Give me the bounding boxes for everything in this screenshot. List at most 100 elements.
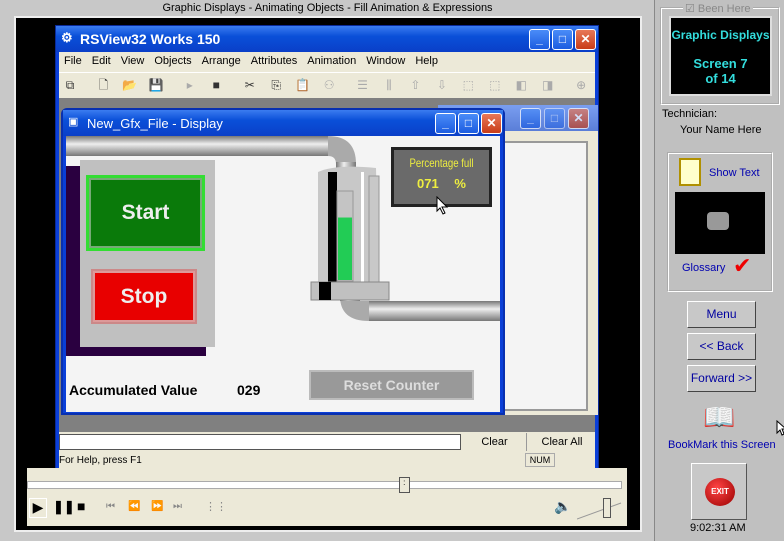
message-field[interactable]: [59, 434, 461, 450]
app-title: RSView32 Works 150: [80, 31, 221, 47]
show-text-link[interactable]: Show Text: [709, 167, 760, 179]
display-title: New_Gfx_File - Display: [87, 116, 223, 131]
percentage-value: 071: [417, 176, 439, 191]
screen-info-display: Graphic Displays Screen 7 of 14: [669, 16, 772, 96]
percentage-label: Percentage full: [409, 156, 474, 170]
mouse-pointer-icon: [776, 420, 784, 436]
book-icon[interactable]: 📖: [703, 402, 735, 433]
menu-help[interactable]: Help: [410, 52, 443, 70]
resize-alt-icon[interactable]: ⬚: [485, 75, 505, 95]
bg-maximize-button[interactable]: □: [544, 108, 565, 129]
status-text: For Help, press F1: [59, 455, 142, 466]
menu-animation[interactable]: Animation: [302, 52, 361, 70]
tank-fill-level: [338, 217, 352, 280]
accumulated-value: 029: [237, 382, 261, 398]
align-vertical-icon[interactable]: ⫼: [379, 75, 399, 95]
seek-thumb[interactable]: :: [398, 477, 410, 493]
cut-icon[interactable]: ✂: [240, 75, 260, 95]
clear-button[interactable]: Clear: [463, 433, 527, 451]
clipboard-icon[interactable]: [679, 158, 701, 186]
glossary-link[interactable]: Glossary: [682, 262, 725, 274]
stop-playback-button[interactable]: ■: [77, 498, 85, 514]
volume-slider[interactable]: [577, 501, 627, 521]
copy-icon[interactable]: ⎘: [266, 75, 286, 95]
bottom-pipe: [369, 301, 500, 321]
tank-highlight: [361, 172, 364, 282]
top-pipe-elbow: [328, 136, 356, 164]
play-button[interactable]: ▶: [29, 498, 47, 518]
course-nav-panel: ☑ Been Here Graphic Displays Screen 7 of…: [655, 0, 784, 541]
minimize-button[interactable]: _: [529, 29, 550, 50]
maximize-button[interactable]: □: [552, 29, 573, 50]
display-maximize-button[interactable]: □: [458, 113, 479, 134]
zoom-in-icon[interactable]: ⊕: [571, 75, 591, 95]
clock: 9:02:31 AM: [690, 522, 746, 534]
close-button[interactable]: ✕: [575, 29, 596, 50]
top-pipe: [66, 136, 328, 156]
menu-edit[interactable]: Edit: [87, 52, 116, 70]
camera-icon: [707, 212, 729, 230]
rewind-button[interactable]: ⏪: [128, 501, 140, 512]
playlist-button[interactable]: ⋮⋮: [205, 500, 227, 513]
save-icon[interactable]: 💾: [146, 75, 166, 95]
screen-total: of 14: [705, 71, 736, 86]
menu-file[interactable]: File: [59, 52, 87, 70]
stop-button[interactable]: Stop: [91, 269, 197, 324]
bg-close-button[interactable]: ✕: [568, 108, 589, 129]
display-icon: ▣: [68, 116, 79, 128]
fast-forward-button[interactable]: ⏩: [151, 501, 163, 512]
technician-name: Your Name Here: [680, 124, 762, 136]
paste-icon[interactable]: 📋: [293, 75, 313, 95]
start-button[interactable]: Start: [86, 175, 205, 251]
pause-button[interactable]: ❚❚: [53, 499, 75, 515]
menu-button[interactable]: Menu: [687, 301, 756, 328]
reset-counter-button[interactable]: Reset Counter: [309, 370, 474, 400]
stop-icon[interactable]: ■: [206, 75, 226, 95]
new-file-icon[interactable]: 🗋: [93, 75, 113, 95]
back-button[interactable]: << Back: [687, 333, 756, 360]
layer-back-icon[interactable]: ◨: [538, 75, 558, 95]
toolbar: ⧉ 🗋 📂 💾 ▸ ■ ✂ ⎘ 📋 ⚇ ☰ ⫼ ⇧ ⇩ ⬚ ⬚ ◧ ◨ ⊕ ⊖ …: [59, 72, 595, 116]
bookmark-link[interactable]: BookMark this Screen: [668, 439, 776, 451]
menu-view[interactable]: View: [116, 52, 150, 70]
cascade-windows-icon[interactable]: ⧉: [60, 75, 80, 95]
menu-objects[interactable]: Objects: [149, 52, 196, 70]
bg-minimize-button[interactable]: _: [520, 108, 541, 129]
mouse-cursor-icon: [436, 196, 449, 215]
layer-front-icon[interactable]: ◧: [511, 75, 531, 95]
skip-forward-button[interactable]: ⏭: [173, 501, 182, 512]
menu-window[interactable]: Window: [361, 52, 410, 70]
exit-button[interactable]: EXIT: [691, 463, 747, 520]
course-frame: Graphic Displays - Animating Objects - F…: [0, 0, 655, 541]
checkmark-icon: ✔: [733, 253, 752, 278]
send-backward-icon[interactable]: ⇩: [432, 75, 452, 95]
display-close-button[interactable]: ✕: [481, 113, 502, 134]
topic-title: Graphic Displays: [671, 28, 770, 42]
volume-thumb[interactable]: [603, 498, 612, 518]
open-folder-icon[interactable]: 📂: [120, 75, 140, 95]
group-icon[interactable]: ⚇: [319, 75, 339, 95]
clear-all-button[interactable]: Clear All: [529, 433, 595, 451]
bring-forward-icon[interactable]: ⇧: [405, 75, 425, 95]
forward-button[interactable]: Forward >>: [687, 365, 756, 392]
technician-label: Technician:: [662, 108, 718, 120]
screen-number: Screen 7: [693, 56, 748, 71]
menu-attributes[interactable]: Attributes: [246, 52, 302, 70]
help-bar: Clear Clear All: [59, 432, 595, 452]
run-icon[interactable]: ▸: [180, 75, 200, 95]
video-thumbnail: [675, 192, 765, 254]
speaker-icon[interactable]: 🔈: [554, 498, 571, 515]
display-window: ▣ New_Gfx_File - Display _ □ ✕ Start Sto…: [61, 108, 505, 415]
status-bar: For Help, press F1 NUM: [59, 452, 595, 469]
been-here-checkbox[interactable]: ☑ Been Here: [683, 2, 753, 15]
seek-bar[interactable]: [27, 481, 622, 489]
skip-back-button[interactable]: ⏮: [106, 501, 115, 512]
menu-arrange[interactable]: Arrange: [197, 52, 246, 70]
align-horizontal-icon[interactable]: ☰: [353, 75, 373, 95]
percentage-unit: %: [454, 176, 466, 191]
display-minimize-button[interactable]: _: [435, 113, 456, 134]
resize-icon[interactable]: ⬚: [458, 75, 478, 95]
frame-title: Graphic Displays - Animating Objects - F…: [162, 2, 493, 14]
tank-base-shadow: [319, 282, 331, 300]
display-canvas: Start Stop Percentage full 071 % Accumul…: [66, 136, 500, 412]
